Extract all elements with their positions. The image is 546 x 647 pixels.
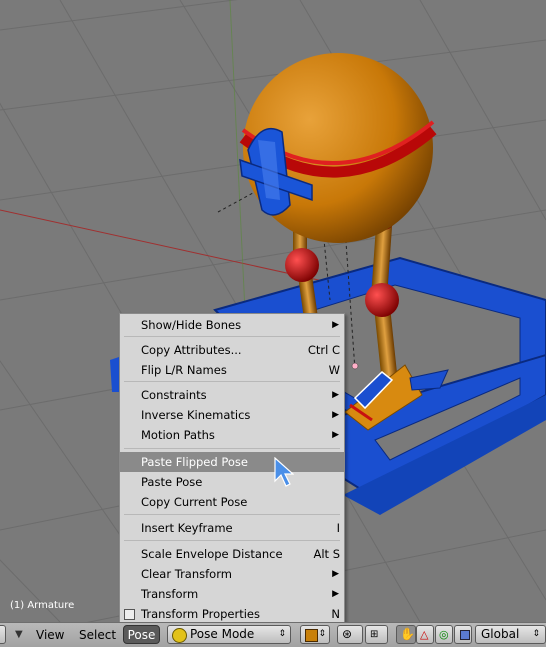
- menu-item-label: Paste Pose: [141, 475, 203, 489]
- orientation-label: Global: [481, 627, 520, 641]
- menu-item-transform[interactable]: Transform ▶: [120, 584, 344, 604]
- menu-separator: [124, 381, 340, 382]
- translate-icon: △: [420, 628, 429, 641]
- editor-type-button[interactable]: [0, 625, 6, 644]
- manipulator-toggle[interactable]: ✋: [396, 625, 416, 644]
- layer-icon: ⊞: [370, 629, 379, 640]
- menu-item-clear-transform[interactable]: Clear Transform ▶: [120, 564, 344, 584]
- menu-item-flip-l-r-names[interactable]: Flip L/R Names W: [120, 360, 344, 380]
- layer-toggle-button[interactable]: ⊞: [365, 625, 388, 644]
- submenu-arrow-icon: ▶: [332, 589, 339, 599]
- menu-item-shortcut: N: [331, 607, 340, 621]
- submenu-arrow-icon: ▶: [332, 320, 339, 330]
- mode-selector-label: Pose Mode: [190, 627, 255, 641]
- checkbox-icon[interactable]: [124, 609, 135, 620]
- translate-manipulator-button[interactable]: △: [416, 625, 434, 644]
- menu-item-motion-paths[interactable]: Motion Paths ▶: [120, 425, 344, 445]
- menu-item-inverse-kinematics[interactable]: Inverse Kinematics ▶: [120, 405, 344, 425]
- menu-item-label: Transform Properties: [141, 607, 260, 621]
- menu-item-shortcut: W: [328, 363, 340, 377]
- pivot-selector[interactable]: ⊛: [337, 625, 363, 644]
- menu-separator: [124, 514, 340, 515]
- submenu-arrow-icon: ▶: [332, 410, 339, 420]
- menu-item-shortcut: Ctrl C: [307, 343, 340, 357]
- menu-item-shortcut: Alt S: [313, 547, 340, 561]
- hand-icon: ✋: [400, 627, 415, 641]
- menu-item-label: Motion Paths: [141, 428, 215, 442]
- menu-item-transform-properties[interactable]: Transform Properties N: [120, 604, 344, 624]
- submenu-arrow-icon: ▶: [332, 569, 339, 579]
- header-collapse-icon[interactable]: ▼: [15, 623, 23, 647]
- menu-separator: [124, 448, 340, 449]
- menu-item-label: Copy Current Pose: [141, 495, 248, 509]
- pose-menu-button[interactable]: Pose: [123, 625, 160, 644]
- submenu-arrow-icon: ▶: [332, 430, 339, 440]
- orientation-selector[interactable]: Global ⇕: [475, 625, 546, 644]
- pose-mode-icon: [172, 628, 187, 643]
- status-label: (1) Armature: [10, 600, 75, 611]
- scale-icon: [460, 630, 470, 640]
- menu-item-paste-pose[interactable]: Paste Pose: [120, 472, 344, 492]
- menu-item-insert-keyframe[interactable]: Insert Keyframe I: [120, 518, 344, 538]
- menu-separator: [124, 336, 340, 337]
- draw-type-selector[interactable]: ⇕: [300, 625, 330, 644]
- menu-item-scale-envelope-distance[interactable]: Scale Envelope Distance Alt S: [120, 544, 344, 564]
- select-menu[interactable]: Select: [79, 623, 116, 647]
- draw-type-arrows-icon: ⇕: [318, 629, 326, 639]
- menu-item-show-hide-bones[interactable]: Show/Hide Bones ▶: [120, 315, 344, 335]
- draw-type-icon: [305, 629, 318, 642]
- menu-item-label: Inverse Kinematics: [141, 408, 251, 422]
- menu-item-label: Paste Flipped Pose: [141, 455, 248, 469]
- scale-manipulator-button[interactable]: [454, 625, 472, 644]
- rotate-icon: ◎: [439, 628, 449, 641]
- menu-item-label: Copy Attributes...: [141, 343, 242, 357]
- menu-item-label: Constraints: [141, 388, 207, 402]
- menu-item-label: Flip L/R Names: [141, 363, 227, 377]
- pivot-icon: ⊛: [342, 627, 353, 641]
- mouse-cursor-icon: [274, 457, 294, 487]
- mode-selector-arrows-icon: ⇕: [278, 629, 286, 639]
- menu-item-copy-attributes[interactable]: Copy Attributes... Ctrl C: [120, 340, 344, 360]
- pose-menu: Show/Hide Bones ▶ Copy Attributes... Ctrl C…: [119, 313, 345, 624]
- viewport-header: ▼ View Select Pose Pose Mode ⇕ ⇕ ⊛ ⊞ ✋ △…: [0, 622, 546, 647]
- view-menu[interactable]: View: [36, 623, 64, 647]
- orientation-arrows-icon: ⇕: [532, 629, 540, 639]
- menu-separator: [124, 540, 340, 541]
- menu-item-label: Insert Keyframe: [141, 521, 233, 535]
- rotate-manipulator-button[interactable]: ◎: [435, 625, 453, 644]
- menu-item-constraints[interactable]: Constraints ▶: [120, 385, 344, 405]
- menu-item-label: Show/Hide Bones: [141, 318, 242, 332]
- menu-item-label: Scale Envelope Distance: [141, 547, 283, 561]
- mode-selector[interactable]: Pose Mode ⇕: [167, 625, 291, 644]
- submenu-arrow-icon: ▶: [332, 390, 339, 400]
- menu-item-copy-current-pose[interactable]: Copy Current Pose: [120, 492, 344, 512]
- menu-item-paste-flipped-pose[interactable]: Paste Flipped Pose: [120, 452, 344, 472]
- menu-item-label: Transform: [141, 587, 199, 601]
- menu-item-label: Clear Transform: [141, 567, 232, 581]
- menu-item-shortcut: I: [336, 521, 340, 535]
